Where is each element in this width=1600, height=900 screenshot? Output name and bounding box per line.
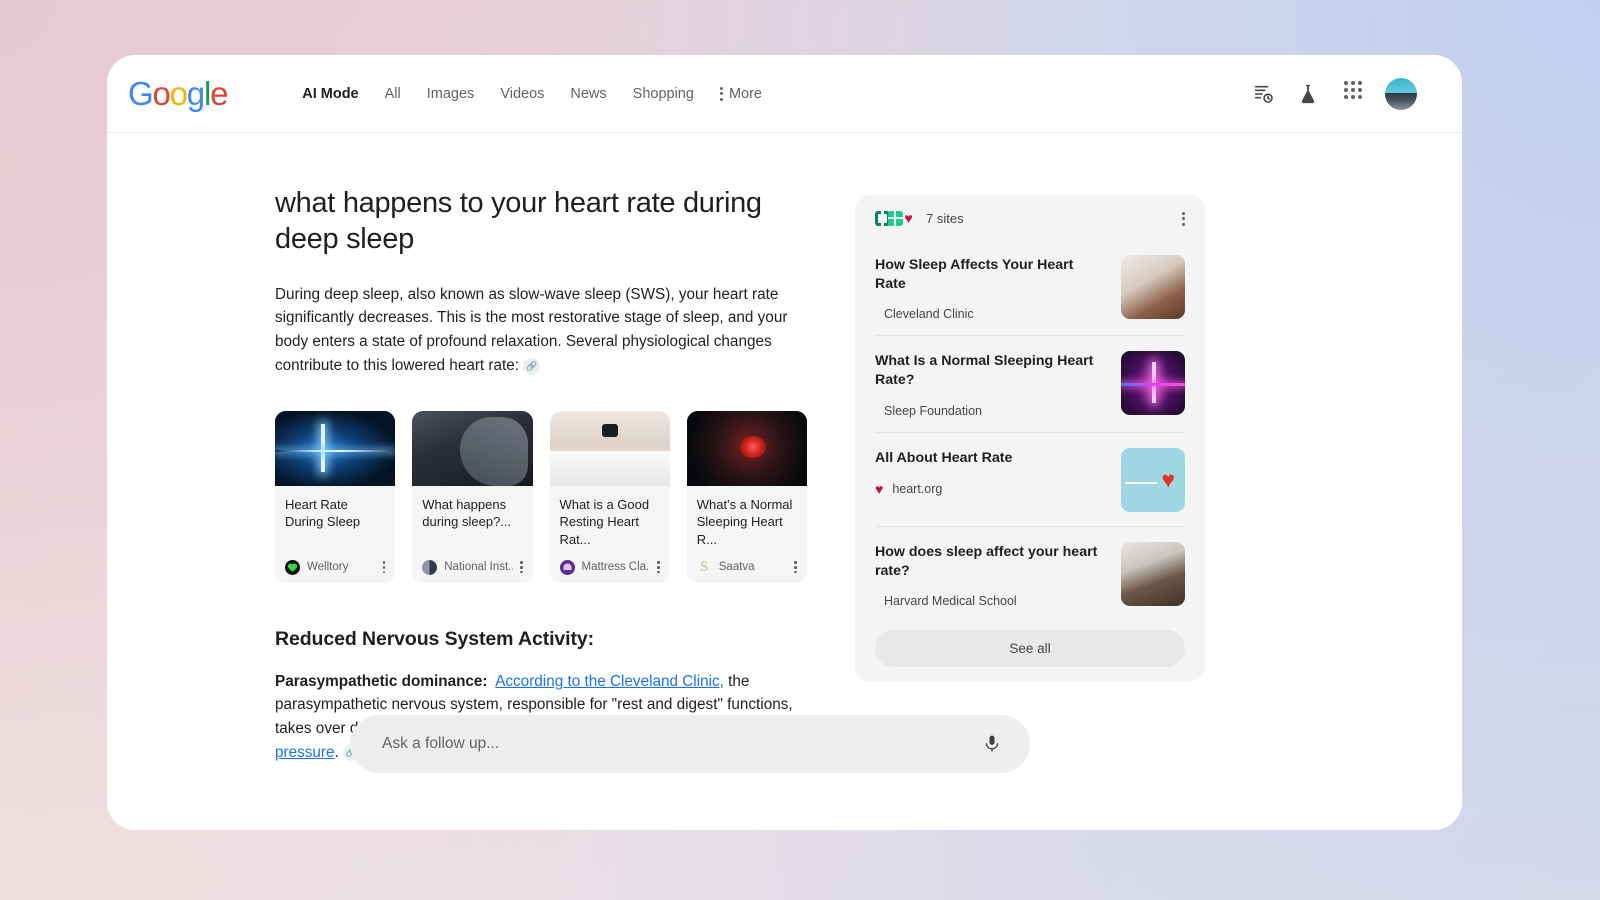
sources-count-label: 7 sites [926, 211, 964, 226]
source-item-text: What Is a Normal Sleeping Heart Rate? Sl… [875, 351, 1107, 417]
answer-intro-paragraph: During deep sleep, also known as slow-wa… [275, 283, 807, 378]
cleveland-clinic-link[interactable]: According to the Cleveland Clinic, [495, 673, 724, 690]
source-list-item[interactable]: How Sleep Affects Your Heart Rate Clevel… [875, 240, 1185, 335]
mattress-clarity-icon [560, 560, 575, 575]
card-title: What happens during sleep?... [422, 496, 522, 531]
american-heart-association-icon: ♥ [875, 482, 883, 497]
follow-up-input[interactable] [382, 735, 982, 753]
header-actions [1250, 78, 1417, 110]
see-all-button[interactable]: See all [875, 630, 1185, 667]
search-mode-nav: AI Mode All Images Videos News Shopping … [289, 80, 775, 108]
page-content: what happens to your heart rate during d… [107, 133, 1462, 765]
source-item-text: How Sleep Affects Your Heart Rate Clevel… [875, 255, 1107, 321]
source-item-publisher: Harvard Medical School [875, 594, 1107, 608]
labs-flask-icon[interactable] [1295, 81, 1321, 107]
nih-icon [422, 560, 437, 575]
google-logo[interactable]: Google [128, 77, 227, 110]
card-more-options-icon[interactable] [657, 561, 660, 573]
card-body: Heart Rate During Sleep Welltory [275, 486, 395, 583]
sources-panel-header: ♥ 7 sites [875, 211, 1185, 240]
nav-tab-videos[interactable]: Videos [487, 80, 557, 108]
source-item-publisher: Cleveland Clinic [875, 307, 1107, 321]
card-source-name: Saatva [719, 561, 788, 573]
source-list-item[interactable]: What Is a Normal Sleeping Heart Rate? Sl… [875, 335, 1185, 431]
nav-tab-news[interactable]: News [557, 80, 619, 108]
source-item-publisher-name: heart.org [892, 482, 942, 496]
page-title: what happens to your heart rate during d… [275, 185, 807, 258]
heart-ecg-thumbnail [275, 411, 395, 486]
source-item-title: How Sleep Affects Your Heart Rate [875, 256, 1107, 293]
red-heart-blue-bg-thumbnail [1121, 448, 1185, 512]
source-item-publisher-name: Cleveland Clinic [884, 307, 974, 321]
source-list-item[interactable]: How does sleep affect your heart rate? H… [875, 526, 1185, 622]
citation-chip-icon[interactable]: 🔗 [523, 358, 540, 375]
source-item-publisher: Sleep Foundation [875, 404, 1107, 418]
card-more-options-icon[interactable] [383, 561, 386, 573]
card-more-options-icon[interactable] [520, 561, 523, 573]
more-vert-icon [720, 87, 723, 101]
source-card[interactable]: What is a Good Resting Heart Rat... Matt… [550, 411, 670, 583]
card-footer: Mattress Cla... [560, 548, 660, 575]
ai-answer-column: what happens to your heart rate during d… [107, 133, 807, 765]
nav-tab-shopping[interactable]: Shopping [620, 80, 707, 108]
nav-more-label: More [729, 86, 762, 102]
nav-tab-all[interactable]: All [372, 80, 414, 108]
card-more-options-icon[interactable] [794, 561, 797, 573]
source-item-title: What Is a Normal Sleeping Heart Rate? [875, 352, 1107, 389]
card-title: Heart Rate During Sleep [285, 496, 385, 531]
sources-column: ♥ 7 sites How Sleep Affects Your Heart R… [807, 133, 1205, 765]
card-footer: Welltory [285, 548, 385, 575]
card-footer: National Inst... [422, 548, 522, 575]
source-item-text: All About Heart Rate ♥ heart.org [875, 448, 1107, 497]
microphone-icon[interactable] [982, 732, 1006, 756]
card-title: What's a Normal Sleeping Heart R... [697, 496, 797, 548]
user-avatar[interactable] [1385, 78, 1417, 110]
search-history-icon[interactable] [1250, 81, 1276, 107]
source-item-publisher: ♥ heart.org [875, 482, 1107, 497]
card-body: What happens during sleep?... National I… [412, 486, 532, 583]
card-source-name: National Inst... [444, 561, 513, 573]
favicon-stack: ♥ [875, 211, 914, 226]
man-sleeping-pillow-thumbnail [1121, 542, 1185, 606]
card-source-name: Welltory [307, 561, 376, 573]
card-title: What is a Good Resting Heart Rat... [560, 496, 660, 548]
woman-sleeping-thumbnail [412, 411, 532, 486]
saatva-icon: S [697, 560, 712, 575]
woman-smartwatch-thumbnail [550, 411, 670, 486]
man-sleeping-smartwatch-thumbnail [1121, 255, 1185, 319]
xray-heart-thumbnail [687, 411, 807, 486]
nav-more-button[interactable]: More [707, 80, 775, 108]
neon-pulse-thumbnail [1121, 351, 1185, 415]
nav-tab-images[interactable]: Images [414, 80, 488, 108]
source-item-publisher-name: Harvard Medical School [884, 594, 1017, 608]
more-options-icon[interactable] [1182, 212, 1185, 226]
source-item-text: How does sleep affect your heart rate? H… [875, 542, 1107, 608]
section-heading: Reduced Nervous System Activity: [275, 628, 807, 651]
source-list-item[interactable]: All About Heart Rate ♥ heart.org [875, 432, 1185, 526]
source-item-title: How does sleep affect your heart rate? [875, 543, 1107, 580]
source-card[interactable]: What's a Normal Sleeping Heart R... S Sa… [687, 411, 807, 583]
section-end-text: . [335, 744, 339, 761]
google-apps-grid-icon[interactable] [1340, 81, 1366, 107]
welltory-icon [285, 560, 300, 575]
source-card-row: Heart Rate During Sleep Welltory W [275, 411, 807, 583]
source-card[interactable]: Heart Rate During Sleep Welltory [275, 411, 395, 583]
browser-page-container: Google AI Mode All Images Videos News Sh… [107, 55, 1462, 830]
american-heart-association-icon: ♥ [901, 211, 916, 226]
follow-up-bar[interactable] [350, 715, 1030, 773]
card-body: What's a Normal Sleeping Heart R... S Sa… [687, 486, 807, 583]
nav-tab-ai-mode[interactable]: AI Mode [289, 80, 371, 108]
source-item-publisher-name: Sleep Foundation [884, 404, 982, 418]
source-item-title: All About Heart Rate [875, 449, 1107, 468]
section-lead-label: Parasympathetic dominance: [275, 673, 488, 690]
page-header: Google AI Mode All Images Videos News Sh… [107, 55, 1462, 133]
sleep-foundation-icon [888, 211, 903, 226]
card-footer: S Saatva [697, 548, 797, 575]
source-card[interactable]: What happens during sleep?... National I… [412, 411, 532, 583]
sources-panel: ♥ 7 sites How Sleep Affects Your Heart R… [855, 195, 1205, 681]
card-body: What is a Good Resting Heart Rat... Matt… [550, 486, 670, 583]
card-source-name: Mattress Cla... [582, 561, 651, 573]
